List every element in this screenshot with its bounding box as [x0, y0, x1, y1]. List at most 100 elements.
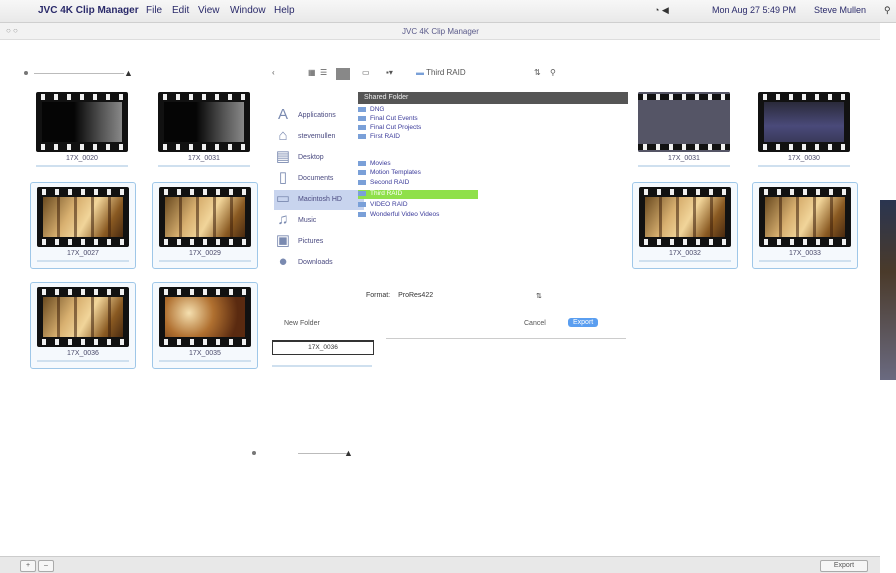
folder-icon: [358, 106, 366, 112]
folder-item[interactable]: Final Cut Events: [358, 115, 478, 124]
folder-icon: [358, 124, 366, 130]
sidebar-item-label: Macintosh HD: [298, 196, 342, 203]
window-title-bar: ○ ○ JVC 4K Clip Manager: [0, 23, 880, 40]
slider-track[interactable]: [34, 73, 124, 74]
folder-label: VIDEO RAID: [370, 201, 408, 208]
filmstrip-holes: [758, 144, 850, 150]
coverflow-view-icon[interactable]: ▭: [362, 68, 370, 77]
slider-track[interactable]: [298, 453, 348, 454]
clip-item[interactable]: 17X_0032: [632, 182, 738, 269]
list-view-icon[interactable]: ☰: [320, 68, 327, 77]
app-name-menu[interactable]: JVC 4K Clip Manager: [38, 5, 139, 16]
clip-item[interactable]: 17X_0033: [752, 182, 858, 269]
clip-thumbnail[interactable]: [638, 92, 730, 152]
back-icon[interactable]: ‹: [272, 68, 275, 77]
menu-window[interactable]: Window: [230, 5, 266, 16]
clip-thumbnail[interactable]: [159, 287, 251, 347]
clip-thumbnail[interactable]: [37, 187, 129, 247]
bottom-export-button[interactable]: Export: [820, 560, 868, 572]
folder-icon: [358, 115, 366, 121]
documents-icon: ▯: [278, 169, 288, 186]
menu-view[interactable]: View: [198, 5, 220, 16]
menu-file[interactable]: File: [146, 5, 162, 16]
desktop-icon: ▤: [275, 148, 291, 165]
downloads-icon: ●: [278, 253, 288, 270]
sidebar-item-downloads[interactable]: ● Downloads: [274, 253, 364, 273]
clip-thumbnail[interactable]: [639, 187, 731, 247]
folder-item[interactable]: DNG: [358, 106, 478, 115]
folder-icon: [358, 169, 366, 175]
video-frame: [764, 102, 844, 142]
folder-item[interactable]: Movies: [358, 160, 478, 169]
clip-item[interactable]: 17X_0036: [30, 282, 136, 369]
sidebar-item-stevemullen[interactable]: ⌂ stevemullen: [274, 127, 364, 147]
popup-arrows-icon: ⇅: [534, 68, 541, 77]
select-arrows-icon: ⇅: [536, 293, 542, 300]
filmstrip-holes: [638, 144, 730, 150]
folder-item[interactable]: Wonderful Video Videos: [358, 211, 478, 220]
clip-item[interactable]: 17X_0030: [752, 92, 856, 167]
folder-item[interactable]: Second RAID: [358, 179, 478, 188]
filmstrip-holes: [159, 339, 251, 345]
filmstrip-holes: [159, 239, 251, 245]
clip-item[interactable]: 17X_0031: [632, 92, 736, 167]
folder-icon: [358, 190, 366, 196]
export-button[interactable]: Export: [568, 318, 599, 327]
menu-help[interactable]: Help: [274, 5, 295, 16]
arrange-icon[interactable]: ▪▾: [386, 68, 393, 77]
new-folder-button[interactable]: New Folder: [284, 320, 320, 327]
sidebar-item-desktop[interactable]: ▤ Desktop: [274, 148, 364, 168]
user-menu[interactable]: Steve Mullen: [814, 5, 866, 15]
column-view-icon[interactable]: [336, 68, 350, 80]
clip-item[interactable]: 17X_0029: [152, 182, 258, 269]
lower-size-slider[interactable]: ▲: [252, 448, 362, 460]
filmstrip-holes: [36, 144, 128, 150]
sidebar-item-applications[interactable]: A Applications: [274, 106, 364, 126]
clip-thumbnail[interactable]: [759, 187, 851, 247]
clip-thumbnail[interactable]: [36, 92, 128, 152]
folder-icon: ▬: [416, 68, 424, 77]
folder-item[interactable]: Motion Templates: [358, 169, 478, 178]
location-popup[interactable]: ▬ Third RAID: [416, 68, 466, 77]
icon-view-icon[interactable]: ▦: [308, 68, 316, 77]
window-controls-icon[interactable]: ○ ○: [6, 26, 18, 35]
clip-thumbnail[interactable]: [158, 92, 250, 152]
video-frame: [164, 102, 244, 142]
menu-edit[interactable]: Edit: [172, 5, 189, 16]
folder-item[interactable]: VIDEO RAID: [358, 201, 478, 210]
sidebar-item-documents[interactable]: ▯ Documents: [274, 169, 364, 189]
filmstrip-holes: [37, 189, 129, 195]
clip-underline: [158, 165, 250, 167]
filmstrip-holes: [639, 239, 731, 245]
sidebar-item-macintosh-hd[interactable]: ▭ Macintosh HD: [274, 190, 364, 210]
clip-thumbnail[interactable]: [159, 187, 251, 247]
format-label: Format:: [366, 292, 391, 299]
search-icon[interactable]: ⚲: [550, 68, 556, 77]
spotlight-search-icon[interactable]: ⚲: [884, 5, 891, 16]
add-icon[interactable]: +: [20, 560, 36, 572]
clip-name: 17X_0027: [67, 250, 99, 257]
clip-item[interactable]: 17X_0020: [30, 92, 134, 167]
sidebar-item-label: Desktop: [298, 154, 324, 161]
clip-item[interactable]: 17X_0031: [152, 92, 256, 167]
cancel-button[interactable]: Cancel: [524, 320, 546, 327]
folder-item[interactable]: Final Cut Projects: [358, 124, 478, 133]
format-select[interactable]: ProRes422: [398, 292, 433, 299]
filmstrip-holes: [158, 94, 250, 100]
video-frame: [43, 297, 123, 337]
clip-item[interactable]: 17X_0027: [30, 182, 136, 269]
wifi-icon[interactable]: ◔ ◀: [654, 5, 669, 16]
clip-thumbnail[interactable]: [37, 287, 129, 347]
clip-item[interactable]: 17X_0035: [152, 282, 258, 369]
folder-item[interactable]: First RAID: [358, 133, 478, 142]
clip-thumbnail[interactable]: [758, 92, 850, 152]
remove-icon[interactable]: –: [38, 560, 54, 572]
new-clip-name-field[interactable]: 17X_0036: [272, 340, 374, 355]
sidebar-item-music[interactable]: ♫ Music: [274, 211, 364, 231]
folder-item[interactable]: Third RAID: [358, 190, 478, 199]
sidebar-item-pictures[interactable]: ▣ Pictures: [274, 232, 364, 252]
clock-text[interactable]: Mon Aug 27 5:49 PM: [712, 5, 796, 15]
thumbnail-size-slider[interactable]: ▲: [24, 68, 134, 80]
video-frame: [42, 102, 122, 142]
clip-underline: [272, 365, 372, 367]
